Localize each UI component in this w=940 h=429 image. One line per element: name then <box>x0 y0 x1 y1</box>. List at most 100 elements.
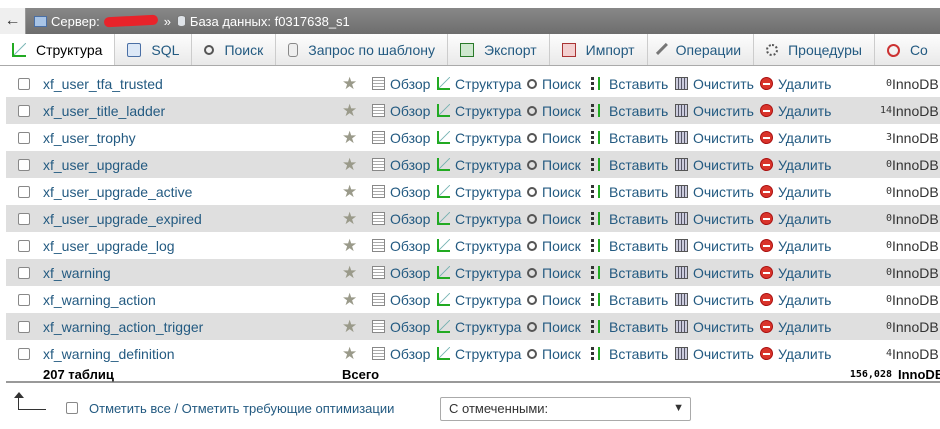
row-checkbox[interactable] <box>18 239 30 252</box>
breadcrumb-db-link[interactable]: База данных: f0317638_s1 <box>190 14 350 29</box>
search-action[interactable]: Поиск <box>527 211 581 227</box>
check-all-link[interactable]: Отметить все / Отметить требующие оптими… <box>89 401 394 416</box>
insert-action[interactable]: Вставить <box>591 103 668 119</box>
favorite-star-icon[interactable]: ★ <box>342 101 357 121</box>
row-checkbox[interactable] <box>18 77 30 90</box>
search-action[interactable]: Поиск <box>527 346 581 362</box>
drop-action[interactable]: Удалить <box>760 211 831 227</box>
browse-action[interactable]: Обзор <box>372 157 430 173</box>
favorite-star-icon[interactable]: ★ <box>342 128 357 148</box>
table-name-link[interactable]: xf_warning_definition <box>43 346 175 362</box>
structure-action[interactable]: Структура <box>437 103 521 119</box>
table-name-link[interactable]: xf_user_title_ladder <box>43 103 165 119</box>
structure-action[interactable]: Структура <box>437 346 521 362</box>
browse-action[interactable]: Обзор <box>372 103 430 119</box>
search-action[interactable]: Поиск <box>527 265 581 281</box>
drop-action[interactable]: Удалить <box>760 238 831 254</box>
row-checkbox[interactable] <box>18 347 30 360</box>
check-all-checkbox[interactable] <box>66 402 78 414</box>
search-action[interactable]: Поиск <box>527 319 581 335</box>
browse-action[interactable]: Обзор <box>372 130 430 146</box>
browse-action[interactable]: Обзор <box>372 211 430 227</box>
row-checkbox[interactable] <box>18 131 30 144</box>
drop-action[interactable]: Удалить <box>760 346 831 362</box>
tab-procedures[interactable]: Процедуры <box>754 34 875 65</box>
search-action[interactable]: Поиск <box>527 103 581 119</box>
structure-action[interactable]: Структура <box>437 76 521 92</box>
insert-action[interactable]: Вставить <box>591 346 668 362</box>
row-checkbox[interactable] <box>18 185 30 198</box>
browse-action[interactable]: Обзор <box>372 76 430 92</box>
favorite-star-icon[interactable]: ★ <box>342 317 357 337</box>
drop-action[interactable]: Удалить <box>760 157 831 173</box>
empty-action[interactable]: Очистить <box>675 184 754 200</box>
favorite-star-icon[interactable]: ★ <box>342 209 357 229</box>
favorite-star-icon[interactable]: ★ <box>342 263 357 283</box>
structure-action[interactable]: Структура <box>437 184 521 200</box>
row-checkbox[interactable] <box>18 320 30 333</box>
drop-action[interactable]: Удалить <box>760 103 831 119</box>
insert-action[interactable]: Вставить <box>591 265 668 281</box>
structure-action[interactable]: Структура <box>437 211 521 227</box>
tab-search[interactable]: Поиск <box>192 34 277 65</box>
structure-action[interactable]: Структура <box>437 319 521 335</box>
insert-action[interactable]: Вставить <box>591 76 668 92</box>
empty-action[interactable]: Очистить <box>675 211 754 227</box>
empty-action[interactable]: Очистить <box>675 265 754 281</box>
tab-import[interactable]: Импорт <box>550 34 648 65</box>
row-checkbox[interactable] <box>18 293 30 306</box>
tab-export[interactable]: Экспорт <box>448 34 550 65</box>
tab-sql[interactable]: SQL <box>115 34 193 65</box>
search-action[interactable]: Поиск <box>527 157 581 173</box>
browse-action[interactable]: Обзор <box>372 184 430 200</box>
breadcrumb-server-link[interactable]: Сервер: <box>51 14 100 29</box>
search-action[interactable]: Поиск <box>527 184 581 200</box>
favorite-star-icon[interactable]: ★ <box>342 236 357 256</box>
row-checkbox[interactable] <box>18 104 30 117</box>
search-action[interactable]: Поиск <box>527 130 581 146</box>
browse-action[interactable]: Обзор <box>372 346 430 362</box>
empty-action[interactable]: Очистить <box>675 157 754 173</box>
table-name-link[interactable]: xf_user_upgrade_expired <box>43 211 202 227</box>
tab-operations[interactable]: Операции <box>648 34 755 65</box>
table-name-link[interactable]: xf_user_tfa_trusted <box>43 76 163 92</box>
drop-action[interactable]: Удалить <box>760 265 831 281</box>
table-name-link[interactable]: xf_user_upgrade <box>43 157 148 173</box>
row-checkbox[interactable] <box>18 266 30 279</box>
favorite-star-icon[interactable]: ★ <box>342 290 357 310</box>
drop-action[interactable]: Удалить <box>760 130 831 146</box>
drop-action[interactable]: Удалить <box>760 292 831 308</box>
drop-action[interactable]: Удалить <box>760 184 831 200</box>
insert-action[interactable]: Вставить <box>591 211 668 227</box>
tab-query[interactable]: Запрос по шаблону <box>276 34 449 65</box>
empty-action[interactable]: Очистить <box>675 130 754 146</box>
empty-action[interactable]: Очистить <box>675 346 754 362</box>
table-name-link[interactable]: xf_user_trophy <box>43 130 136 146</box>
search-action[interactable]: Поиск <box>527 292 581 308</box>
structure-action[interactable]: Структура <box>437 292 521 308</box>
browse-action[interactable]: Обзор <box>372 265 430 281</box>
favorite-star-icon[interactable]: ★ <box>342 344 357 364</box>
tab-events[interactable]: Со <box>875 34 940 65</box>
row-checkbox[interactable] <box>18 212 30 225</box>
insert-action[interactable]: Вставить <box>591 184 668 200</box>
table-name-link[interactable]: xf_warning <box>43 265 111 281</box>
favorite-star-icon[interactable]: ★ <box>342 182 357 202</box>
row-checkbox[interactable] <box>18 158 30 171</box>
table-name-link[interactable]: xf_user_upgrade_active <box>43 184 192 200</box>
search-action[interactable]: Поиск <box>527 238 581 254</box>
insert-action[interactable]: Вставить <box>591 238 668 254</box>
table-name-link[interactable]: xf_warning_action_trigger <box>43 319 203 335</box>
empty-action[interactable]: Очистить <box>675 292 754 308</box>
insert-action[interactable]: Вставить <box>591 319 668 335</box>
table-name-link[interactable]: xf_user_upgrade_log <box>43 238 175 254</box>
drop-action[interactable]: Удалить <box>760 319 831 335</box>
empty-action[interactable]: Очистить <box>675 76 754 92</box>
browse-action[interactable]: Обзор <box>372 238 430 254</box>
insert-action[interactable]: Вставить <box>591 157 668 173</box>
favorite-star-icon[interactable]: ★ <box>342 74 357 94</box>
table-name-link[interactable]: xf_warning_action <box>43 292 156 308</box>
tab-structure[interactable]: Структура <box>0 34 116 65</box>
insert-action[interactable]: Вставить <box>591 130 668 146</box>
browse-action[interactable]: Обзор <box>372 292 430 308</box>
